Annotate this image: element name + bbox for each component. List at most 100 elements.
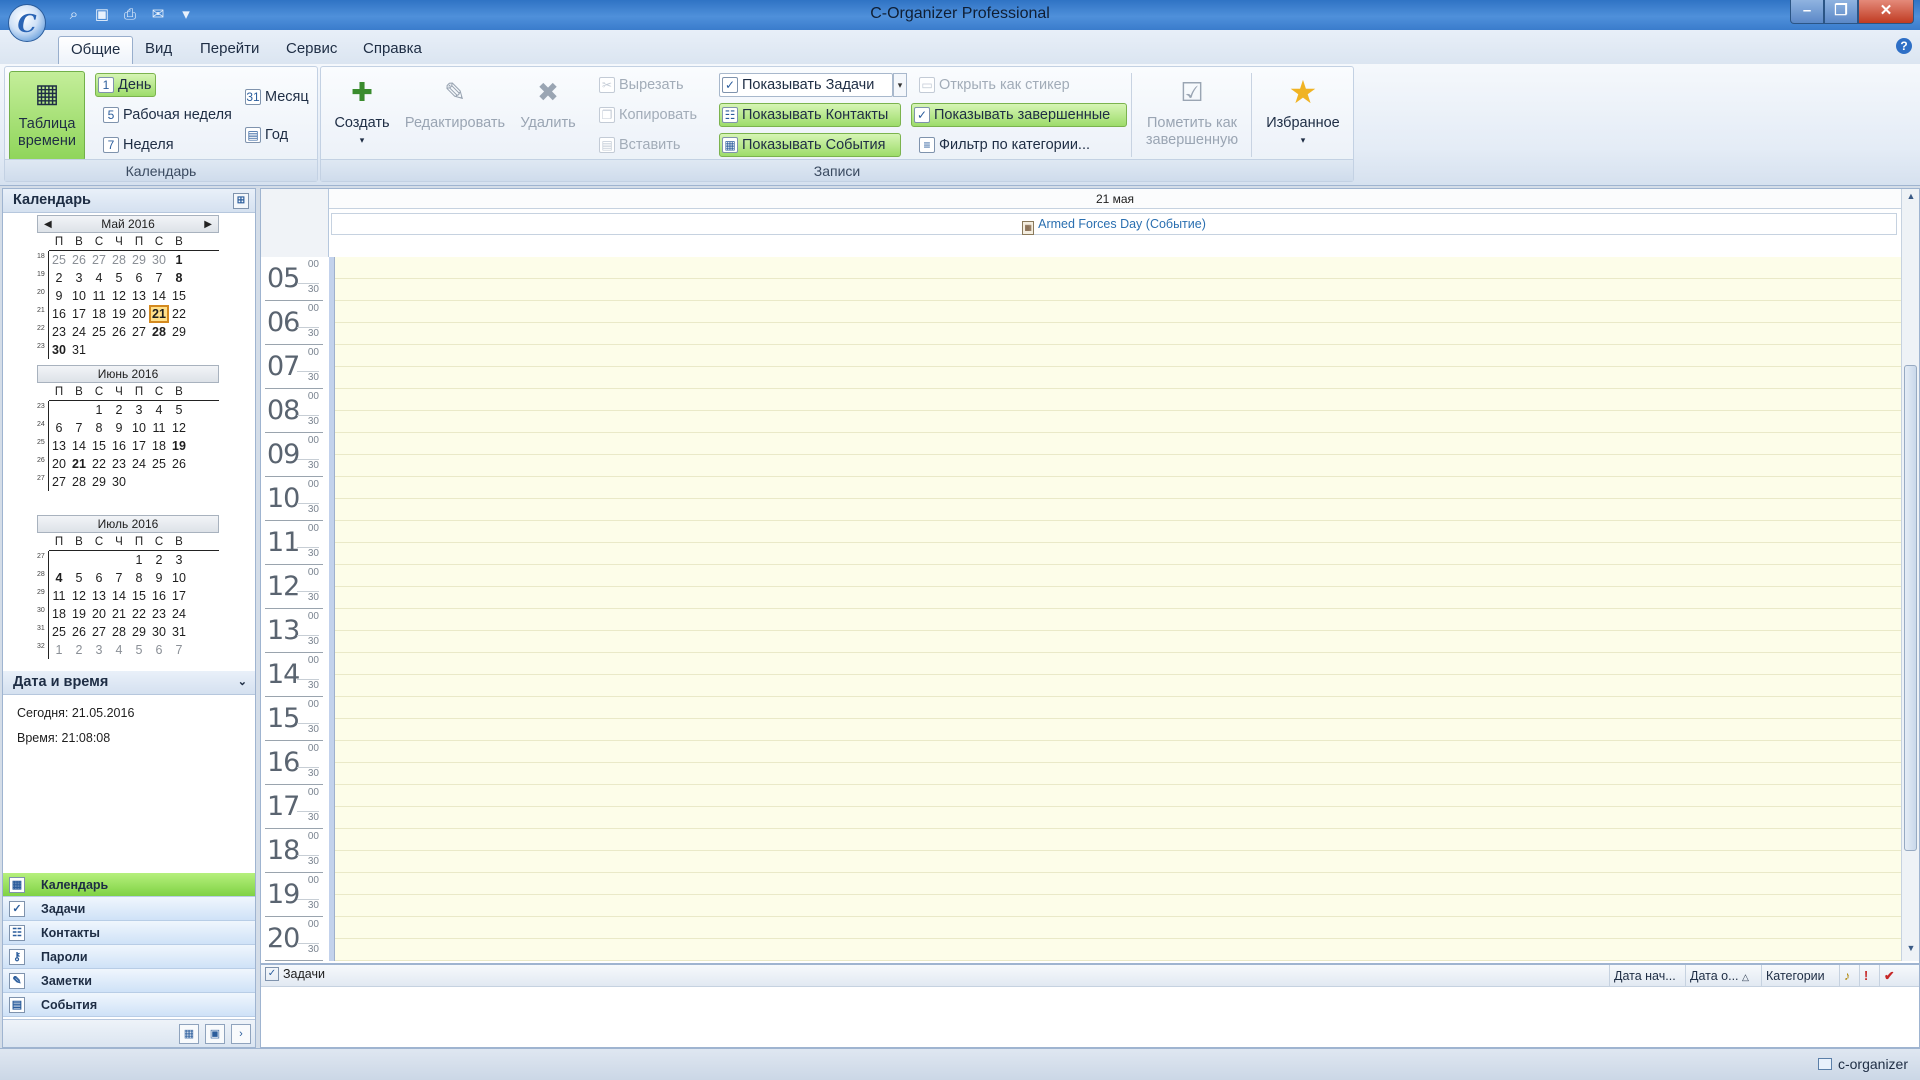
calendar-day[interactable]: 5	[69, 569, 89, 587]
nav-item-calendar[interactable]: ▦ Календарь	[3, 873, 255, 897]
nav-item-events[interactable]: ▤ События	[3, 993, 255, 1017]
prev-month-icon[interactable]: ◀	[44, 216, 52, 233]
calendar-day[interactable]: 18	[149, 437, 169, 455]
calendar-day[interactable]: 6	[89, 569, 109, 587]
completed-column-icon[interactable]: ✔	[1879, 965, 1917, 987]
calendar-day[interactable]: 18	[89, 305, 109, 323]
calendar-day[interactable]: 29	[89, 473, 109, 491]
nav-item-tasks[interactable]: ✓ Задачи	[3, 897, 255, 921]
calendar-day[interactable]: 28	[109, 623, 129, 641]
calendar-day[interactable]: 23	[149, 605, 169, 623]
tab-service[interactable]: Сервис	[274, 36, 349, 64]
calendar-day[interactable]: 5	[109, 269, 129, 287]
calendar-day[interactable]: 14	[109, 587, 129, 605]
calendar-day[interactable]: 6	[49, 419, 69, 437]
calendar-day[interactable]: 17	[129, 437, 149, 455]
calendar-day[interactable]: 19	[169, 437, 189, 455]
calendar-day[interactable]: 23	[49, 323, 69, 341]
filter-by-category-button[interactable]: ≡ Фильтр по категории...	[917, 133, 1094, 157]
calendar-day[interactable]: 8	[129, 569, 149, 587]
calendar-day[interactable]: 25	[149, 455, 169, 473]
calendar-day[interactable]: 31	[169, 623, 189, 641]
show-completed-toggle[interactable]: ✓ Показывать завершенные	[911, 103, 1127, 127]
calendar-day[interactable]: 7	[69, 419, 89, 437]
cut-button[interactable]: ✂ Вырезать	[597, 73, 688, 97]
calendar-day[interactable]: 25	[49, 251, 69, 269]
time-slots[interactable]	[329, 257, 1901, 961]
calendar-small-icon[interactable]: ▦	[179, 1024, 199, 1044]
calendar-day[interactable]: 20	[129, 305, 149, 323]
tab-general[interactable]: Общие	[58, 36, 134, 64]
calendar-day[interactable]: 22	[169, 305, 189, 323]
calendar-day[interactable]: 5	[169, 401, 189, 419]
calendar-day[interactable]: 20	[89, 605, 109, 623]
calendar-day[interactable]: 13	[89, 587, 109, 605]
calendar-day[interactable]: 4	[89, 269, 109, 287]
calendar-day[interactable]: 26	[69, 251, 89, 269]
calendar-day[interactable]: 3	[89, 641, 109, 659]
calendar-day[interactable]: 6	[129, 269, 149, 287]
calendar-day[interactable]: 19	[69, 605, 89, 623]
calendar-day[interactable]: 1	[169, 251, 189, 269]
app-menu-button[interactable]: C	[8, 4, 46, 42]
calendar-day[interactable]: 26	[109, 323, 129, 341]
show-tasks-dropdown-icon[interactable]: ▾	[893, 73, 907, 97]
calendar-day[interactable]: 16	[49, 305, 69, 323]
datetime-pane-header[interactable]: Дата и время ⌄	[3, 671, 255, 695]
calendar-day[interactable]: 9	[149, 569, 169, 587]
calendar-day[interactable]: 31	[69, 341, 89, 359]
calendar-day[interactable]: 22	[129, 605, 149, 623]
delete-button[interactable]: ✖ Удалить	[511, 71, 585, 132]
tab-view[interactable]: Вид	[133, 36, 184, 64]
column-due-date[interactable]: Дата о... △	[1685, 965, 1761, 987]
show-contacts-toggle[interactable]: ☷ Показывать Контакты	[719, 103, 901, 127]
calendar-day[interactable]: 25	[49, 623, 69, 641]
calendar-day[interactable]: 12	[109, 287, 129, 305]
calendar-day[interactable]: 1	[49, 641, 69, 659]
scroll-up-icon[interactable]: ▲	[1904, 191, 1918, 207]
nav-item-contacts[interactable]: ☷ Контакты	[3, 921, 255, 945]
calendar-day[interactable]: 4	[109, 641, 129, 659]
calendar-day[interactable]: 29	[169, 323, 189, 341]
calendar-day[interactable]: 18	[49, 605, 69, 623]
calendar-day[interactable]: 9	[49, 287, 69, 305]
calendar-day[interactable]: 10	[169, 569, 189, 587]
day-view-button[interactable]: 1 День	[95, 73, 157, 97]
calendar-day[interactable]: 21	[69, 455, 89, 473]
calendar-day[interactable]: 28	[69, 473, 89, 491]
calendar-day[interactable]: 12	[169, 419, 189, 437]
nav-item-passwords[interactable]: ⚷ Пароли	[3, 945, 255, 969]
scroll-thumb[interactable]	[1904, 365, 1917, 851]
column-categories[interactable]: Категории	[1761, 965, 1839, 987]
calendar-day[interactable]: 11	[49, 587, 69, 605]
calendar-day[interactable]: 27	[89, 251, 109, 269]
calendar-day[interactable]: 26	[169, 455, 189, 473]
calendar-day[interactable]: 10	[69, 287, 89, 305]
calendar-day[interactable]: 16	[109, 437, 129, 455]
calendar-day[interactable]: 28	[109, 251, 129, 269]
close-button[interactable]: ✕	[1858, 0, 1914, 24]
calendar-day[interactable]: 15	[129, 587, 149, 605]
vertical-scrollbar[interactable]: ▲ ▼	[1901, 189, 1919, 961]
calendar-day[interactable]: 30	[49, 341, 69, 359]
scroll-down-icon[interactable]: ▼	[1904, 943, 1918, 959]
paste-button[interactable]: ▤ Вставить	[597, 133, 684, 157]
tab-goto[interactable]: Перейти	[188, 36, 271, 64]
calendar-day[interactable]: 7	[169, 641, 189, 659]
calendar-day[interactable]: 24	[129, 455, 149, 473]
edit-button[interactable]: ✎ Редактировать	[401, 71, 509, 132]
date-header[interactable]: 21 мая	[329, 189, 1901, 209]
tab-help[interactable]: Справка	[351, 36, 434, 64]
column-start-date[interactable]: Дата нач...	[1609, 965, 1685, 987]
favorites-button[interactable]: ★ Избранное ▾	[1257, 71, 1349, 149]
calendar-day[interactable]: 27	[49, 473, 69, 491]
calendar-day[interactable]: 1	[89, 401, 109, 419]
calendar-day[interactable]: 26	[69, 623, 89, 641]
calendar-day[interactable]: 23	[109, 455, 129, 473]
calendar-day[interactable]: 2	[149, 551, 169, 569]
calendar-day[interactable]: 30	[149, 251, 169, 269]
nav-item-notes[interactable]: ✎ Заметки	[3, 969, 255, 993]
calendar-day[interactable]: 27	[129, 323, 149, 341]
calendar-day[interactable]: 2	[109, 401, 129, 419]
calendar-day[interactable]: 8	[169, 269, 189, 287]
